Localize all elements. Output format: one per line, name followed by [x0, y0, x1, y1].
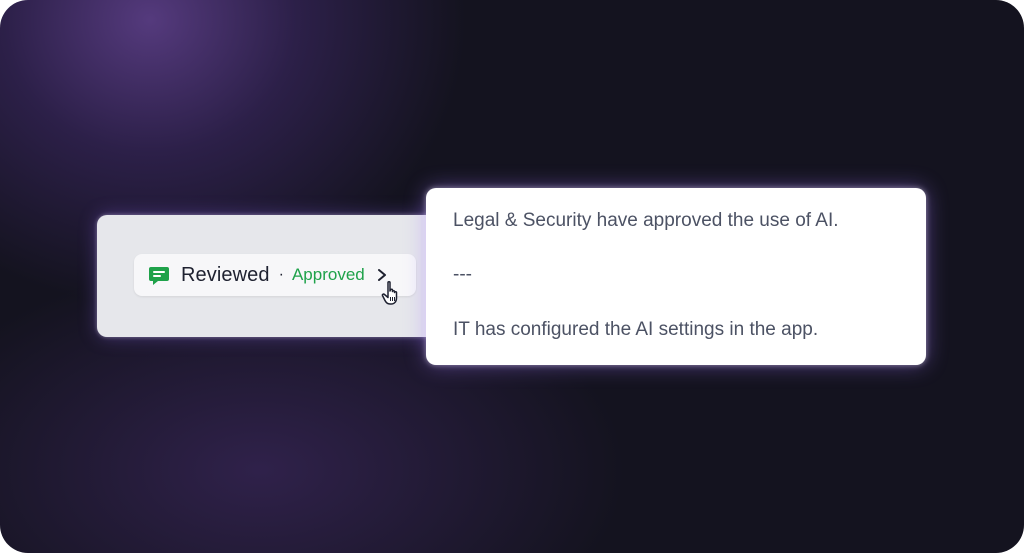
status-badge: Approved	[291, 265, 365, 284]
chip-title: Reviewed	[181, 263, 270, 286]
background-canvas: Reviewed · Approved Legal & Security hav…	[0, 0, 1024, 553]
chat-icon	[148, 264, 170, 286]
approval-details-popover: Legal & Security have approved the use o…	[426, 188, 926, 365]
chip-separator: ·	[278, 266, 284, 283]
review-panel: Reviewed · Approved	[97, 215, 442, 337]
hand-pointer-icon	[381, 280, 403, 306]
review-status-chip[interactable]: Reviewed · Approved	[134, 254, 416, 296]
popover-line-it: IT has configured the AI settings in the…	[453, 319, 819, 340]
popover-divider-text: ---	[453, 264, 472, 285]
popover-line-legal: Legal & Security have approved the use o…	[453, 210, 839, 231]
